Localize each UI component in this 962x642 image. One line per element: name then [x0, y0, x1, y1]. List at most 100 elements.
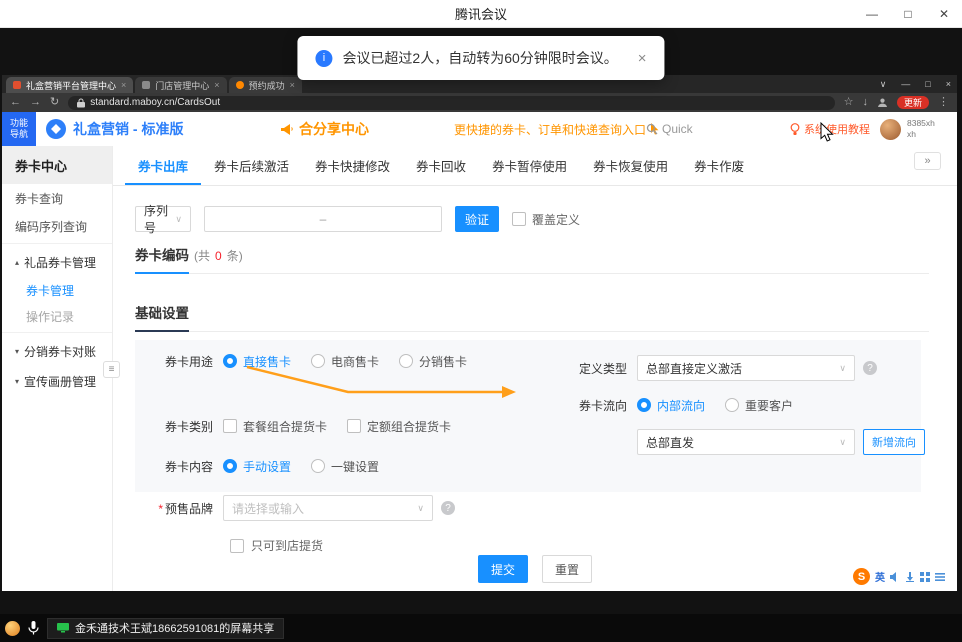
tab-card-void[interactable]: 券卡作废: [681, 146, 757, 185]
tab-card-suspend[interactable]: 券卡暂停使用: [479, 146, 580, 185]
radio-off-icon[interactable]: [311, 459, 325, 473]
back-icon[interactable]: ←: [10, 97, 21, 108]
user-sub: xh: [907, 129, 935, 140]
user-account[interactable]: 8385xh xh: [880, 112, 935, 146]
triangle-up-icon: ▴: [15, 258, 19, 267]
panel-expand-button[interactable]: »: [914, 152, 941, 170]
radio-one-click-setting[interactable]: 一键设置: [311, 458, 379, 475]
radio-internal-flow[interactable]: 内部流向: [637, 397, 705, 414]
tab-card-activate[interactable]: 券卡后续激活: [201, 146, 302, 185]
reset-button[interactable]: 重置: [542, 555, 592, 583]
basic-settings-header: 基础设置: [135, 302, 929, 332]
sidebar-group-label: 礼品券卡管理: [24, 254, 96, 271]
screen-share-label: 金禾通技术王斌18662591081的屏幕共享: [75, 620, 274, 636]
screen-share-indicator[interactable]: 金禾通技术王斌18662591081的屏幕共享: [47, 618, 284, 639]
tab-close-icon[interactable]: ×: [121, 80, 126, 90]
download-icon[interactable]: ↓: [862, 97, 868, 108]
definition-type-select[interactable]: 总部直接定义激活 ∨: [637, 355, 855, 381]
radio-off-icon[interactable]: [725, 398, 739, 412]
profile-icon[interactable]: [877, 97, 888, 108]
radio-off-icon[interactable]: [399, 354, 413, 368]
serial-range-input[interactable]: –: [204, 206, 442, 232]
maximize-icon[interactable]: □: [890, 0, 926, 28]
sidebar-collapse-toggle[interactable]: ≡: [103, 361, 120, 378]
sidebar-item-card-manage[interactable]: 券卡管理: [2, 277, 112, 303]
tutorial-link[interactable]: 系统使用教程: [790, 112, 870, 146]
checkbox-fixed-combo-card[interactable]: 定额组合提货卡: [347, 418, 451, 435]
sidebar-item-serial-query[interactable]: 编码序列查询: [2, 212, 112, 240]
tab-card-outbound[interactable]: 券卡出库: [125, 146, 201, 185]
help-icon[interactable]: ?: [863, 361, 877, 375]
share-center-link[interactable]: 合分享中心: [280, 112, 369, 146]
function-nav-toggle[interactable]: 功能 导航: [2, 112, 36, 146]
radio-distribution-sale[interactable]: 分销售卡: [399, 353, 467, 370]
radio-on-icon[interactable]: [637, 398, 651, 412]
flow-target-select[interactable]: 总部直发 ∨: [637, 429, 855, 455]
grid-icon[interactable]: [920, 572, 930, 582]
radio-key-customer[interactable]: 重要客户: [725, 397, 793, 414]
browser-update-button[interactable]: 更新: [897, 96, 929, 109]
settings-bars-icon[interactable]: [935, 572, 945, 582]
radio-ecommerce-sale[interactable]: 电商售卡: [311, 353, 379, 370]
bookmark-star-icon[interactable]: ☆: [844, 97, 854, 108]
serial-select-value: 序列号: [144, 202, 169, 236]
browser-tab-gift-admin[interactable]: 礼盒营销平台管理中心 ×: [6, 77, 133, 93]
tab-label: 预约成功: [249, 79, 285, 92]
card-code-section-header: 券卡编码 (共 0 条): [135, 244, 929, 274]
browser-minimize-icon[interactable]: —: [901, 79, 910, 89]
help-icon[interactable]: ?: [441, 501, 455, 515]
radio-off-icon[interactable]: [311, 354, 325, 368]
browser-close-icon[interactable]: ×: [946, 79, 951, 89]
override-checkbox-group[interactable]: 覆盖定义: [512, 211, 580, 228]
url-field[interactable]: standard.maboy.cn/CardsOut: [68, 96, 834, 110]
tab-close-icon[interactable]: ×: [290, 80, 295, 90]
checkbox-icon[interactable]: [347, 419, 361, 433]
main-content: 券卡出库 券卡后续激活 券卡快捷修改 券卡回收 券卡暂停使用 券卡恢复使用 券卡…: [113, 146, 957, 591]
microphone-icon[interactable]: [28, 621, 39, 635]
browser-tab-booking-success[interactable]: 预约成功 ×: [229, 77, 302, 93]
submit-button[interactable]: 提交: [478, 555, 528, 583]
override-checkbox[interactable]: [512, 212, 526, 226]
translate-lang-icon[interactable]: 英: [875, 569, 885, 584]
quick-search[interactable]: Quick: [646, 112, 693, 146]
browser-tab-store-admin[interactable]: 门店管理中心 ×: [135, 77, 226, 93]
tab-close-icon[interactable]: ×: [214, 80, 219, 90]
reload-icon[interactable]: ↻: [50, 97, 59, 108]
speaker-icon[interactable]: [890, 572, 900, 582]
serial-type-select[interactable]: 序列号 ∨: [135, 206, 191, 232]
toast-close-icon[interactable]: ×: [638, 50, 647, 67]
promo-link[interactable]: 更快捷的券卡、订单和快递查询入口: [454, 112, 661, 146]
browser-maximize-icon[interactable]: □: [925, 79, 930, 89]
tab-card-quick-edit[interactable]: 券卡快捷修改: [302, 146, 403, 185]
minimize-icon[interactable]: —: [854, 0, 890, 28]
checkbox-combo-card[interactable]: 套餐组合提货卡: [223, 418, 327, 435]
radio-direct-sale[interactable]: 直接售卡: [223, 353, 291, 370]
presale-brand-select[interactable]: 请选择或输入 ∨: [223, 495, 433, 521]
close-icon[interactable]: ✕: [926, 0, 962, 28]
pickup-checkbox[interactable]: [230, 539, 244, 553]
tab-card-resume[interactable]: 券卡恢复使用: [580, 146, 681, 185]
add-flow-button[interactable]: 新增流向: [863, 429, 925, 455]
tab-search-chevron-icon[interactable]: ∨: [880, 79, 887, 90]
sidebar-group-brochure[interactable]: ▾ 宣传画册管理: [2, 366, 112, 396]
store-pickup-row[interactable]: 只可到店提货: [230, 537, 323, 554]
radio-manual-setting[interactable]: 手动设置: [223, 458, 291, 475]
radio-on-icon[interactable]: [223, 354, 237, 368]
meeting-window: 腾讯会议 — □ ✕ 礼盒营销平台管理中心 × 门店管理中心 × 预约成功 ×: [0, 0, 962, 642]
tab-card-recycle[interactable]: 券卡回收: [403, 146, 479, 185]
verify-button[interactable]: 验证: [455, 206, 499, 232]
menu-dots-icon[interactable]: ⋮: [938, 97, 949, 108]
sidebar-group-distribution[interactable]: ▾ 分销券卡对账: [2, 336, 112, 366]
sidebar-group-gift-cards[interactable]: ▴ 礼品券卡管理: [2, 247, 112, 277]
taskbar-avatar[interactable]: [5, 621, 20, 636]
checkbox-icon[interactable]: [223, 419, 237, 433]
download-small-icon[interactable]: [905, 572, 915, 582]
sidebar-item-card-query[interactable]: 券卡查询: [2, 184, 112, 212]
page-body: 券卡中心 券卡查询 编码序列查询 ▴ 礼品券卡管理 券卡管理: [2, 146, 957, 591]
sidebar-item-label: 券卡查询: [15, 190, 63, 207]
radio-on-icon[interactable]: [223, 459, 237, 473]
sidebar-item-operation-log[interactable]: 操作记录: [2, 303, 112, 329]
forward-icon[interactable]: →: [30, 97, 41, 108]
extension-logo-icon[interactable]: S: [853, 568, 870, 585]
chevron-down-icon: ∨: [175, 214, 182, 225]
